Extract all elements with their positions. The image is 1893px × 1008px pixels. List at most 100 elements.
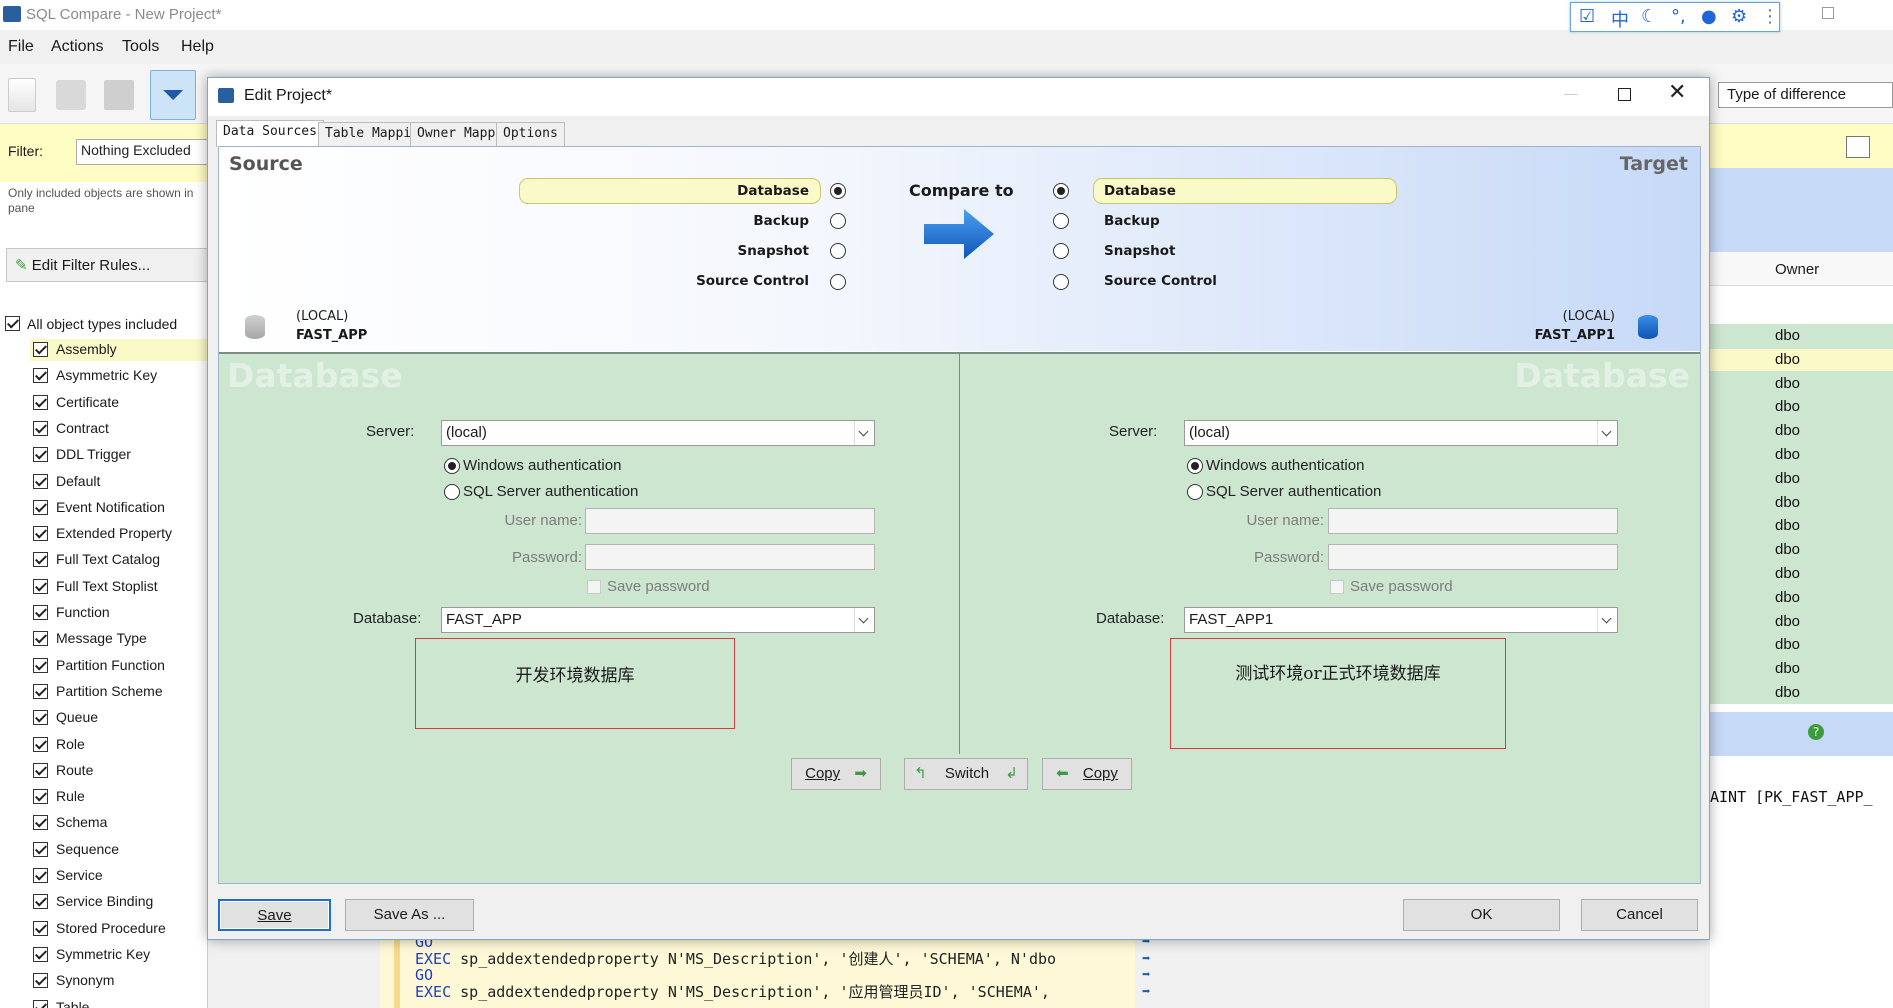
- source-username-input[interactable]: [585, 508, 875, 534]
- ime-punct-icon[interactable]: °,: [1671, 6, 1686, 27]
- object-type-checkbox[interactable]: [33, 631, 48, 647]
- target-radio-backup[interactable]: [1053, 213, 1069, 229]
- source-radio-backup[interactable]: [830, 213, 846, 229]
- object-type-item[interactable]: Assembly: [30, 339, 208, 361]
- object-type-item[interactable]: Symmetric Key: [30, 944, 208, 966]
- object-type-checkbox[interactable]: [33, 368, 48, 384]
- object-type-checkbox[interactable]: [33, 841, 48, 857]
- object-type-item[interactable]: Stored Procedure: [30, 918, 208, 940]
- save-as-button[interactable]: Save As ...: [345, 899, 474, 931]
- object-type-item[interactable]: Extended Property: [30, 523, 208, 545]
- target-username-input[interactable]: [1328, 508, 1618, 534]
- object-type-checkbox[interactable]: [33, 447, 48, 463]
- object-type-item[interactable]: Schema: [30, 812, 208, 834]
- source-radio-source-control[interactable]: [830, 274, 846, 290]
- object-type-item[interactable]: Partition Function: [30, 655, 208, 677]
- save-project-icon[interactable]: [104, 80, 134, 110]
- target-save-password-label[interactable]: Save password: [1350, 578, 1453, 595]
- tab-options[interactable]: Options: [496, 122, 565, 146]
- object-type-item[interactable]: Role: [30, 734, 208, 756]
- object-type-checkbox[interactable]: [33, 683, 48, 699]
- type-of-difference-select[interactable]: Type of difference: [1718, 82, 1893, 108]
- object-type-item[interactable]: Partition Scheme: [30, 681, 208, 703]
- chevron-down-icon[interactable]: [854, 421, 874, 445]
- target-auth-windows-radio[interactable]: [1187, 458, 1203, 474]
- cancel-button[interactable]: Cancel: [1581, 899, 1698, 931]
- all-types-checkbox[interactable]: [5, 316, 20, 331]
- source-save-password-label[interactable]: Save password: [607, 578, 710, 595]
- maximize-button[interactable]: [1618, 88, 1631, 101]
- copy-to-source-button[interactable]: ⬅ Copy: [1042, 758, 1132, 790]
- object-type-item[interactable]: DDL Trigger: [30, 444, 208, 466]
- ime-moon-icon[interactable]: ☾: [1641, 6, 1657, 27]
- new-project-icon[interactable]: [8, 78, 36, 112]
- object-type-checkbox[interactable]: [33, 657, 48, 673]
- object-type-item[interactable]: Full Text Stoplist: [30, 576, 208, 598]
- target-auth-sql-radio[interactable]: [1187, 484, 1203, 500]
- object-type-checkbox[interactable]: [33, 815, 48, 831]
- edit-filter-rules-button[interactable]: ✎ Edit Filter Rules...: [6, 248, 208, 282]
- source-password-input[interactable]: [585, 544, 875, 570]
- copy-to-target-button[interactable]: Copy ➡: [791, 758, 881, 790]
- target-option-snapshot[interactable]: Snapshot: [1104, 243, 1175, 259]
- source-save-password-checkbox[interactable]: [587, 580, 601, 594]
- target-password-input[interactable]: [1328, 544, 1618, 570]
- minimize-button[interactable]: [1564, 94, 1578, 95]
- object-type-item[interactable]: Event Notification: [30, 497, 208, 519]
- source-server-combo[interactable]: (local): [441, 420, 875, 446]
- object-type-checkbox[interactable]: [33, 789, 48, 805]
- object-type-item[interactable]: Asymmetric Key: [30, 365, 208, 387]
- close-button[interactable]: ✕: [1668, 80, 1686, 105]
- target-auth-sql-label[interactable]: SQL Server authentication: [1206, 483, 1381, 500]
- object-type-checkbox[interactable]: [33, 920, 48, 936]
- object-type-checkbox[interactable]: [33, 894, 48, 910]
- chevron-down-icon[interactable]: [1597, 421, 1617, 445]
- object-type-checkbox[interactable]: [33, 736, 48, 752]
- source-option-source-control[interactable]: Source Control: [696, 273, 809, 289]
- menu-help[interactable]: Help: [181, 38, 214, 56]
- target-radio-snapshot[interactable]: [1053, 243, 1069, 259]
- object-type-item[interactable]: Message Type: [30, 628, 208, 650]
- ime-chinese-icon[interactable]: 中: [1611, 6, 1629, 32]
- menu-file[interactable]: File: [8, 38, 34, 56]
- restore-icon[interactable]: [1822, 7, 1834, 19]
- object-type-checkbox[interactable]: [33, 473, 48, 489]
- target-save-password-checkbox[interactable]: [1330, 580, 1344, 594]
- ime-gear-icon[interactable]: ⚙: [1731, 6, 1747, 27]
- chevron-down-icon[interactable]: [854, 608, 874, 632]
- source-option-database[interactable]: Database: [737, 183, 809, 199]
- object-type-item[interactable]: Service: [30, 865, 208, 887]
- menu-actions[interactable]: Actions: [51, 38, 103, 56]
- object-type-item[interactable]: Rule: [30, 786, 208, 808]
- object-type-checkbox[interactable]: [33, 394, 48, 410]
- object-type-item[interactable]: Synonym: [30, 970, 208, 992]
- object-type-item[interactable]: Certificate: [30, 392, 208, 414]
- object-type-checkbox[interactable]: [33, 578, 48, 594]
- source-option-snapshot[interactable]: Snapshot: [738, 243, 809, 259]
- switch-button[interactable]: ↰ Switch ↲: [904, 758, 1028, 790]
- ime-more-icon[interactable]: ⋮: [1761, 6, 1779, 27]
- target-auth-windows-label[interactable]: Windows authentication: [1206, 457, 1364, 474]
- object-type-checkbox[interactable]: [33, 973, 48, 989]
- all-types-row[interactable]: All object types included: [4, 313, 208, 335]
- filter-toggle-icon[interactable]: ⏷: [150, 70, 196, 120]
- restore-panel-icon[interactable]: [1846, 136, 1870, 158]
- object-type-item[interactable]: Queue: [30, 707, 208, 729]
- object-type-item[interactable]: Sequence: [30, 839, 208, 861]
- object-type-checkbox[interactable]: [33, 552, 48, 568]
- help-icon[interactable]: ?: [1808, 724, 1824, 740]
- ime-toolbar[interactable]: ☑ 中 ☾ °, ● ⚙ ⋮: [1570, 2, 1780, 32]
- target-option-backup[interactable]: Backup: [1104, 213, 1160, 229]
- object-type-checkbox[interactable]: [33, 526, 48, 542]
- chevron-down-icon[interactable]: [1597, 608, 1617, 632]
- save-button[interactable]: Save: [218, 899, 331, 931]
- source-database-combo[interactable]: FAST_APP: [441, 607, 875, 633]
- object-type-checkbox[interactable]: [33, 420, 48, 436]
- target-server-combo[interactable]: (local): [1184, 420, 1618, 446]
- target-database-combo[interactable]: FAST_APP1: [1184, 607, 1618, 633]
- tab-data-sources[interactable]: Data Sources: [216, 120, 324, 147]
- object-type-item[interactable]: Route: [30, 760, 208, 782]
- object-type-item[interactable]: Function: [30, 602, 208, 624]
- object-type-item[interactable]: Table: [30, 997, 208, 1008]
- target-radio-database[interactable]: [1053, 183, 1069, 199]
